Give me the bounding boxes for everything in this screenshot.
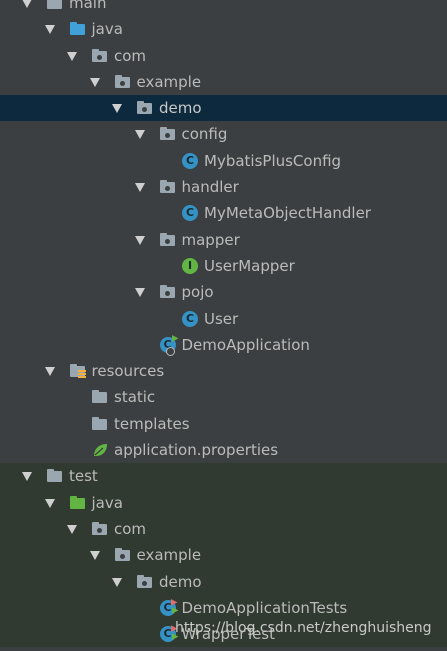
- package-icon: [159, 232, 176, 247]
- expand-arrow-icon[interactable]: [22, 0, 32, 8]
- package-icon: [92, 48, 108, 63]
- tree-item-label: MyMetaObjectHandler: [204, 204, 371, 223]
- expand-arrow-icon[interactable]: [44, 498, 55, 508]
- tree-row-java[interactable]: java: [0, 489, 447, 516]
- tree-row-resources[interactable]: resources: [0, 358, 447, 384]
- class-icon: C: [182, 152, 198, 169]
- tree-item-label: test: [69, 467, 98, 486]
- tree-row-demo[interactable]: demo: [0, 568, 447, 595]
- tree-row-java[interactable]: java: [0, 16, 447, 42]
- class-icon: C: [182, 205, 198, 222]
- expand-arrow-icon[interactable]: [134, 235, 145, 245]
- tree-item-label: config: [181, 125, 228, 144]
- tree-item-label: UserMapper: [204, 256, 295, 275]
- tree-item-label: com: [114, 46, 147, 65]
- tree-row-demoapplicationtests[interactable]: C DemoApplicationTests: [0, 594, 447, 622]
- expand-arrow-icon[interactable]: [112, 577, 122, 587]
- expand-arrow-icon[interactable]: [134, 130, 145, 140]
- tree-item-label: WrapperTest: [181, 625, 276, 644]
- package-icon: [114, 74, 131, 89]
- tree-row-demoapplication[interactable]: C DemoApplication: [0, 332, 447, 358]
- tree-item-label: handler: [181, 178, 239, 197]
- expand-arrow-icon[interactable]: [67, 524, 77, 534]
- tree-item-label: DemoApplication: [181, 335, 310, 354]
- package-icon: [159, 285, 176, 299]
- expand-arrow-icon[interactable]: [22, 472, 32, 482]
- tree-row-test[interactable]: test: [0, 463, 447, 490]
- expand-arrow-icon[interactable]: [89, 551, 100, 561]
- tree-item-label: pojo: [181, 283, 214, 302]
- source-folder-icon: [69, 22, 86, 36]
- tree-row-mybatisplusconfig[interactable]: C MybatisPlusConfig: [0, 148, 447, 174]
- expand-arrow-icon[interactable]: [112, 104, 122, 114]
- tree-item-label: static: [114, 388, 156, 407]
- tree-item-label: application.properties: [114, 441, 279, 460]
- expand-arrow-icon[interactable]: [44, 25, 55, 35]
- spring-boot-class-icon: C: [159, 334, 179, 356]
- tree-row-pojo[interactable]: pojo: [0, 279, 447, 305]
- folder-icon: [47, 0, 63, 10]
- tree-row-usermapper[interactable]: I UserMapper: [0, 253, 447, 279]
- resources-folder-icon: [69, 364, 86, 379]
- tree-row-templates[interactable]: templates: [0, 411, 447, 437]
- package-icon: [159, 127, 176, 141]
- tree-item-label: demo: [159, 572, 202, 591]
- tree-item-label: java: [91, 493, 123, 512]
- test-class-icon: C: [159, 625, 179, 643]
- tree-item-label: mapper: [181, 230, 240, 249]
- tree-item-label: demo: [159, 99, 202, 118]
- package-icon: [159, 180, 176, 194]
- class-icon: C: [182, 310, 198, 327]
- expand-arrow-icon[interactable]: [89, 77, 100, 87]
- project-tree: main java com example demo config C MybatisPlus…: [0, 0, 447, 648]
- tree-row-com[interactable]: com: [0, 43, 447, 69]
- expand-arrow-icon[interactable]: [134, 183, 145, 193]
- tree-row-config[interactable]: config: [0, 121, 447, 147]
- folder-icon: [92, 390, 108, 404]
- tree-item-label: example: [136, 72, 202, 91]
- tree-row-static[interactable]: static: [0, 384, 447, 410]
- tree-item-label: resources: [91, 362, 165, 381]
- test-class-icon: C: [159, 598, 179, 616]
- tree-item-label: User: [204, 309, 239, 328]
- tree-item-label: example: [136, 546, 202, 565]
- expand-arrow-icon[interactable]: [134, 288, 145, 298]
- package-icon: [137, 101, 153, 115]
- tree-row-application-properties[interactable]: application.properties: [0, 437, 447, 463]
- tree-row-demo[interactable]: demo: [0, 95, 447, 122]
- tree-row-mapper[interactable]: mapper: [0, 227, 447, 253]
- folder-icon: [47, 469, 63, 483]
- expand-arrow-icon[interactable]: [67, 51, 77, 61]
- spring-properties-icon: [94, 444, 107, 457]
- interface-icon: I: [182, 257, 198, 274]
- expand-arrow-icon[interactable]: [44, 367, 55, 377]
- package-icon: [92, 521, 108, 536]
- tree-row-com[interactable]: com: [0, 515, 447, 543]
- tree-item-label: DemoApplicationTests: [181, 598, 348, 617]
- tree-item-label: main: [69, 0, 107, 12]
- package-icon: [114, 548, 131, 562]
- tree-row-example[interactable]: example: [0, 69, 447, 95]
- test-source-folder-icon: [69, 495, 86, 510]
- tree-row-mymetaobjecthandler[interactable]: C MyMetaObjectHandler: [0, 200, 447, 226]
- tree-item-label: MybatisPlusConfig: [204, 151, 342, 170]
- tree-item-label: templates: [114, 414, 190, 433]
- tree-item-label: java: [91, 20, 123, 39]
- tree-row-main[interactable]: main: [0, 0, 447, 16]
- tree-item-label: com: [114, 519, 147, 538]
- tree-row-wrappertest[interactable]: C WrapperTest: [0, 621, 447, 648]
- folder-icon: [92, 416, 108, 431]
- package-icon: [137, 574, 153, 589]
- tree-row-example[interactable]: example: [0, 542, 447, 569]
- tree-row-user[interactable]: C User: [0, 306, 447, 332]
- tree-row-handler[interactable]: handler: [0, 174, 447, 200]
